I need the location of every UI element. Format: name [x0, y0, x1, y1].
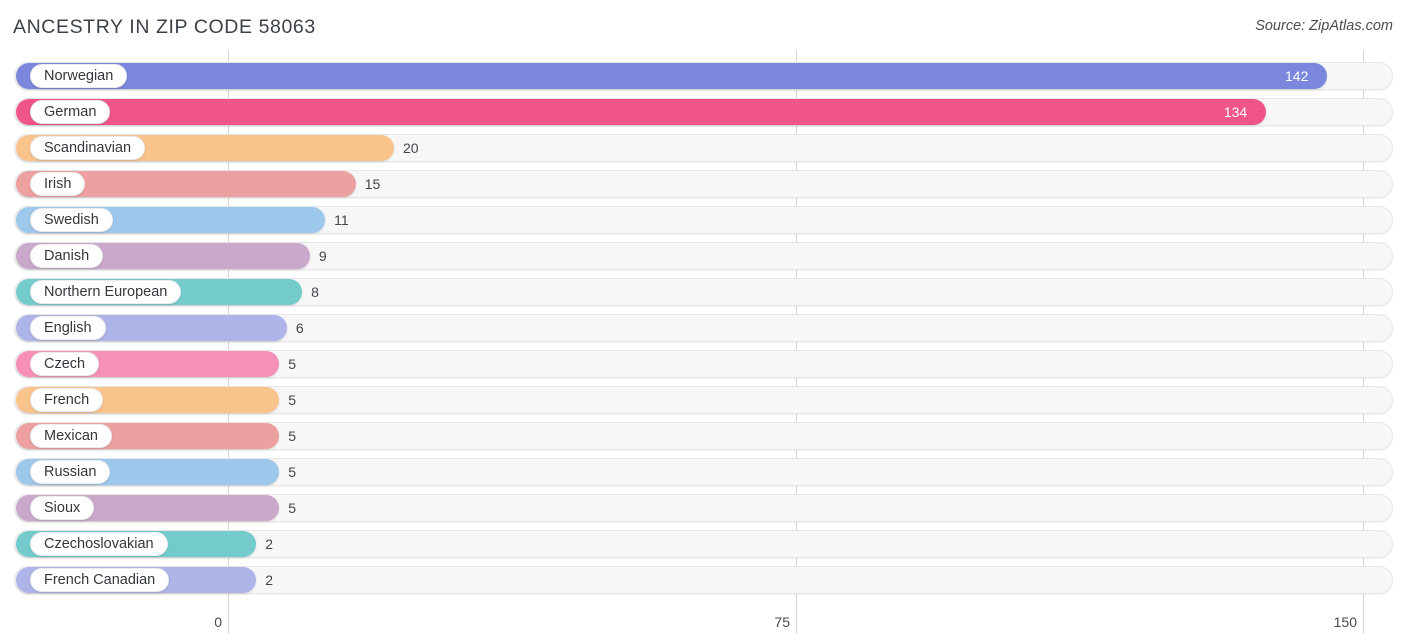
table-row[interactable]: Danish 9	[0, 238, 1406, 274]
category-label: Northern European	[30, 280, 182, 304]
category-label: Danish	[30, 244, 104, 268]
bar-value-label: 5	[288, 500, 297, 516]
bar-value-label: 15	[364, 176, 381, 192]
table-row[interactable]: Sioux 5	[0, 490, 1406, 526]
category-label: Mexican	[30, 424, 112, 448]
bar-value-label: 6	[295, 320, 304, 336]
category-label: French	[30, 388, 104, 412]
table-row[interactable]: Mexican 5	[0, 418, 1406, 454]
axis-tick-line-150	[1363, 608, 1364, 634]
table-row[interactable]: Irish 15	[0, 166, 1406, 202]
bar-value-label: 20	[402, 140, 419, 156]
bar-value-label: 134	[1223, 104, 1248, 120]
bar-rows: Norwegian 142 German 134 Scandinavian 20 Irish…	[0, 58, 1406, 598]
category-label: Czechoslovakian	[30, 532, 168, 556]
axis-tick-line-0	[228, 608, 229, 634]
table-row[interactable]: Russian 5	[0, 454, 1406, 490]
table-row[interactable]: French Canadian 2	[0, 562, 1406, 598]
table-row[interactable]: Czechoslovakian 2	[0, 526, 1406, 562]
category-label: English	[30, 316, 106, 340]
bar-value-label: 8	[311, 284, 319, 300]
table-row[interactable]: German 134	[0, 94, 1406, 130]
bar-value-label: 2	[265, 536, 274, 552]
category-label: German	[30, 100, 111, 124]
bar-value-label: 142	[1285, 68, 1309, 84]
bar-value-label: 5	[288, 428, 297, 444]
bar-value-label: 5	[288, 392, 297, 408]
table-row[interactable]: Scandinavian 20	[0, 130, 1406, 166]
category-label: Russian	[30, 460, 111, 484]
bar-value-label: 5	[288, 464, 297, 480]
axis-tick-line-75	[796, 608, 797, 634]
x-axis: 0 75 150	[0, 608, 1406, 644]
bar-german[interactable]	[16, 99, 1266, 125]
source-attribution: Source: ZipAtlas.com	[1255, 18, 1393, 34]
table-row[interactable]: Swedish 11	[0, 202, 1406, 238]
chart-header: ANCESTRY IN ZIP CODE 58063 Source: ZipAt…	[0, 0, 1406, 56]
category-label: Irish	[30, 172, 86, 196]
category-label: Norwegian	[30, 64, 128, 88]
category-label: Sioux	[30, 496, 95, 520]
x-tick-label: 150	[1333, 614, 1357, 630]
table-row[interactable]: English 6	[0, 310, 1406, 346]
chart-plot-area: Norwegian 142 German 134 Scandinavian 20 Irish…	[0, 50, 1406, 608]
page-title: ANCESTRY IN ZIP CODE 58063	[13, 16, 316, 38]
bar-norwegian[interactable]	[16, 63, 1327, 89]
bar-value-label: 9	[318, 248, 327, 264]
x-tick-label: 0	[214, 614, 222, 630]
category-label: Czech	[30, 352, 100, 376]
bar-value-label: 2	[265, 572, 274, 588]
table-row[interactable]: Northern European 8	[0, 274, 1406, 310]
table-row[interactable]: Norwegian 142	[0, 58, 1406, 94]
table-row[interactable]: Czech 5	[0, 346, 1406, 382]
bar-value-label: 11	[334, 212, 349, 228]
category-label: French Canadian	[30, 568, 170, 592]
table-row[interactable]: French 5	[0, 382, 1406, 418]
category-label: Scandinavian	[30, 136, 146, 160]
x-tick-label: 75	[774, 614, 790, 630]
bar-value-label: 5	[288, 356, 297, 372]
category-label: Swedish	[30, 208, 113, 232]
